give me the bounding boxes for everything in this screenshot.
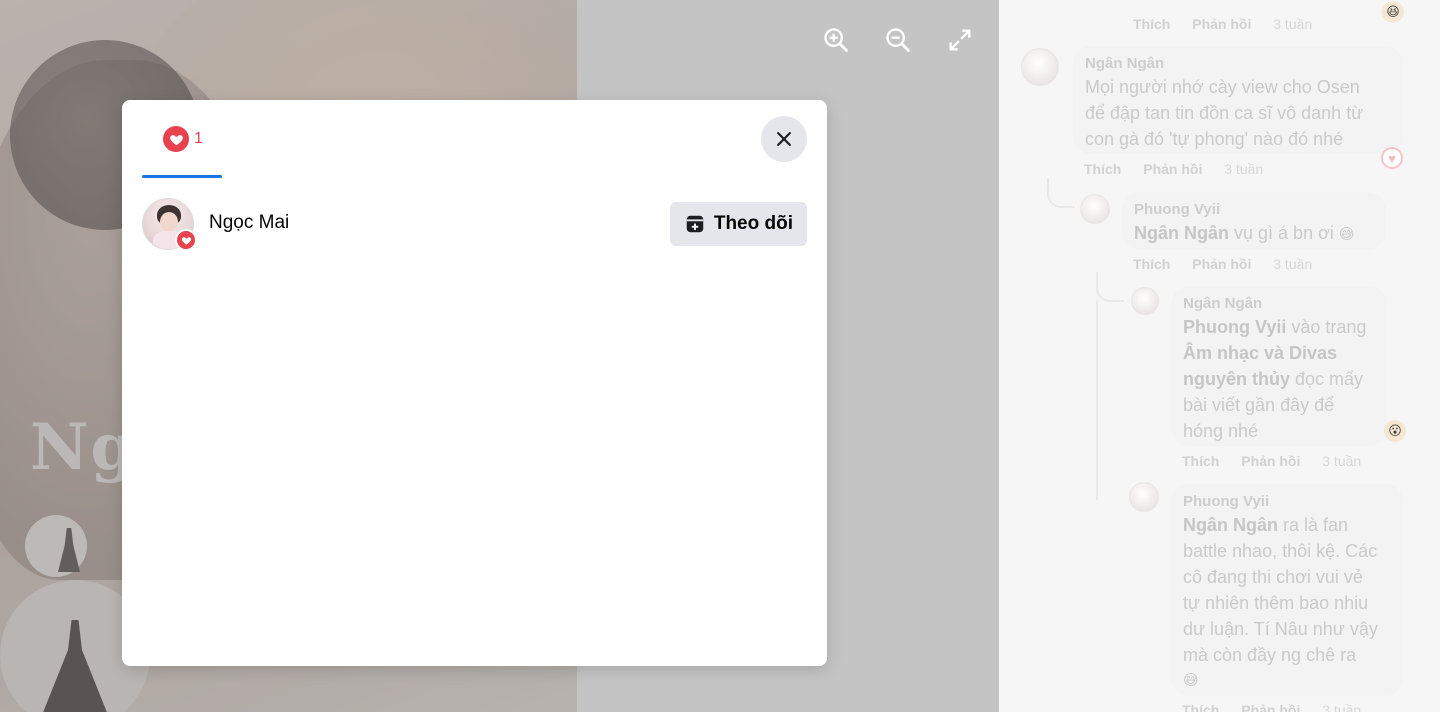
- close-icon: [777, 132, 791, 146]
- comment-text-line: tự nhiên thêm bao nhiu: [1183, 593, 1369, 613]
- comment-text-line: bài viết gần đây để: [1183, 395, 1335, 415]
- expand-icon: [949, 29, 971, 51]
- page-mention-link[interactable]: nguyên thủy: [1183, 369, 1290, 389]
- close-button[interactable]: [761, 116, 807, 162]
- like-link[interactable]: Thích: [1133, 16, 1170, 32]
- comment-bubble: Ngân Ngân Phuong Vyii vào trang Âm nhạc …: [1171, 286, 1387, 446]
- heart-icon: [163, 126, 189, 152]
- comment-time[interactable]: 3 tuần: [1322, 453, 1361, 469]
- thread-line: [1096, 300, 1124, 500]
- comment-author[interactable]: Ngân Ngân: [1085, 54, 1391, 74]
- zoom-in-button[interactable]: [820, 24, 852, 56]
- comments-panel: Thích Phản hồi 3 tuần 😆 Ngân Ngân Mọi ng…: [999, 0, 1440, 712]
- zoom-out-button[interactable]: [882, 24, 914, 56]
- like-link[interactable]: Thích: [1084, 161, 1121, 177]
- reply-link[interactable]: Phản hồi: [1192, 256, 1251, 272]
- comment-text-line: mà còn đầy ng chê ra: [1183, 645, 1357, 665]
- comment-author[interactable]: Phuong Vyii: [1134, 200, 1374, 220]
- comment-actions: Thích Phản hồi 3 tuần: [1182, 453, 1379, 469]
- comment-time[interactable]: 3 tuần: [1273, 256, 1312, 272]
- love-reaction-icon[interactable]: ♥: [1381, 147, 1403, 169]
- comment-text-line: để đập tan tin đồn ca sĩ vô danh từ: [1085, 103, 1364, 123]
- zoom-in-icon: [824, 28, 848, 52]
- comment-text: vụ gì á bn ơi: [1229, 223, 1334, 243]
- active-tab-indicator: [142, 175, 222, 178]
- follow-button[interactable]: Theo dõi: [669, 202, 807, 246]
- comment-text: ra là fan: [1278, 515, 1349, 535]
- tab-love-reactions[interactable]: 1: [142, 124, 222, 178]
- comment-text-line: cô đang thi chơi vui vẻ: [1183, 567, 1363, 587]
- comment-time[interactable]: 3 tuần: [1322, 702, 1361, 712]
- comment-author[interactable]: Phuong Vyii: [1183, 492, 1391, 512]
- page-mention-link[interactable]: Âm nhạc và Divas: [1183, 343, 1337, 363]
- avatar[interactable]: [1080, 194, 1110, 224]
- comment-actions: Thích Phản hồi 3 tuần: [1084, 161, 1281, 177]
- comment-author[interactable]: Ngân Ngân: [1183, 294, 1375, 314]
- reactions-dialog: 1 Ngọc Mai Theo dõi: [122, 100, 827, 666]
- comment-bubble: Phuong Vyii Ngân Ngân vụ gì á bn ơi 😅: [1122, 192, 1386, 250]
- like-link[interactable]: Thích: [1133, 256, 1170, 272]
- reply-link[interactable]: Phản hồi: [1143, 161, 1202, 177]
- comment-text-line: battle nhao, thôi kệ. Các: [1183, 541, 1378, 561]
- comment-actions: Thích Phản hồi 3 tuần: [1182, 702, 1379, 712]
- mention-link[interactable]: Ngân Ngân: [1183, 515, 1278, 535]
- avatar[interactable]: [1131, 287, 1159, 315]
- comment-text-line: con gà đó 'tự phong' nào đó nhé: [1085, 129, 1344, 149]
- comment-text: đọc mấy: [1290, 369, 1364, 389]
- mention-link[interactable]: Ngân Ngân: [1134, 223, 1229, 243]
- comment-time[interactable]: 3 tuần: [1273, 16, 1312, 32]
- reply-link[interactable]: Phản hồi: [1192, 16, 1251, 32]
- mention-link[interactable]: Phuong Vyii: [1183, 317, 1286, 337]
- reactor-name[interactable]: Ngọc Mai: [209, 212, 289, 234]
- comment-bubble: Phuong Vyii Ngân Ngân ra là fan battle n…: [1171, 484, 1403, 696]
- follow-icon: [686, 215, 704, 233]
- haha-reaction-icon[interactable]: 😆: [1382, 1, 1404, 23]
- reply-link[interactable]: Phản hồi: [1241, 453, 1300, 469]
- wow-reaction-icon[interactable]: 😮: [1384, 420, 1406, 442]
- comment-text-line: hóng nhé: [1183, 421, 1259, 441]
- like-link[interactable]: Thích: [1182, 453, 1219, 469]
- heart-icon: [175, 229, 197, 251]
- avatar[interactable]: [1129, 482, 1159, 512]
- comment-text-line: dư luận. Tí Nâu như vậy: [1183, 619, 1378, 639]
- follow-button-label: Theo dõi: [713, 213, 793, 234]
- comment-text: vào trang: [1286, 317, 1367, 337]
- thread-line: [1096, 272, 1124, 302]
- comment-text-line: Mọi người nhớ cày view cho Osen: [1085, 77, 1360, 97]
- laughing-emoji: 😅: [1183, 672, 1199, 689]
- comment-actions: Thích Phản hồi 3 tuần: [1133, 256, 1330, 272]
- comment-time[interactable]: 3 tuần: [1224, 161, 1263, 177]
- reactor-row: Ngọc Mai Theo dõi: [142, 198, 807, 251]
- comment-bubble: Ngân Ngân Mọi người nhớ cày view cho Ose…: [1073, 46, 1403, 154]
- zoom-out-icon: [886, 28, 910, 52]
- thread-line: [1047, 178, 1075, 208]
- like-link[interactable]: Thích: [1182, 702, 1219, 712]
- fullscreen-button[interactable]: [944, 24, 976, 56]
- comment-actions: Thích Phản hồi 3 tuần: [1133, 16, 1330, 32]
- avatar[interactable]: [1021, 48, 1059, 86]
- laughing-emoji: 😅: [1338, 226, 1355, 243]
- reply-link[interactable]: Phản hồi: [1241, 702, 1300, 712]
- reaction-count: 1: [194, 130, 203, 147]
